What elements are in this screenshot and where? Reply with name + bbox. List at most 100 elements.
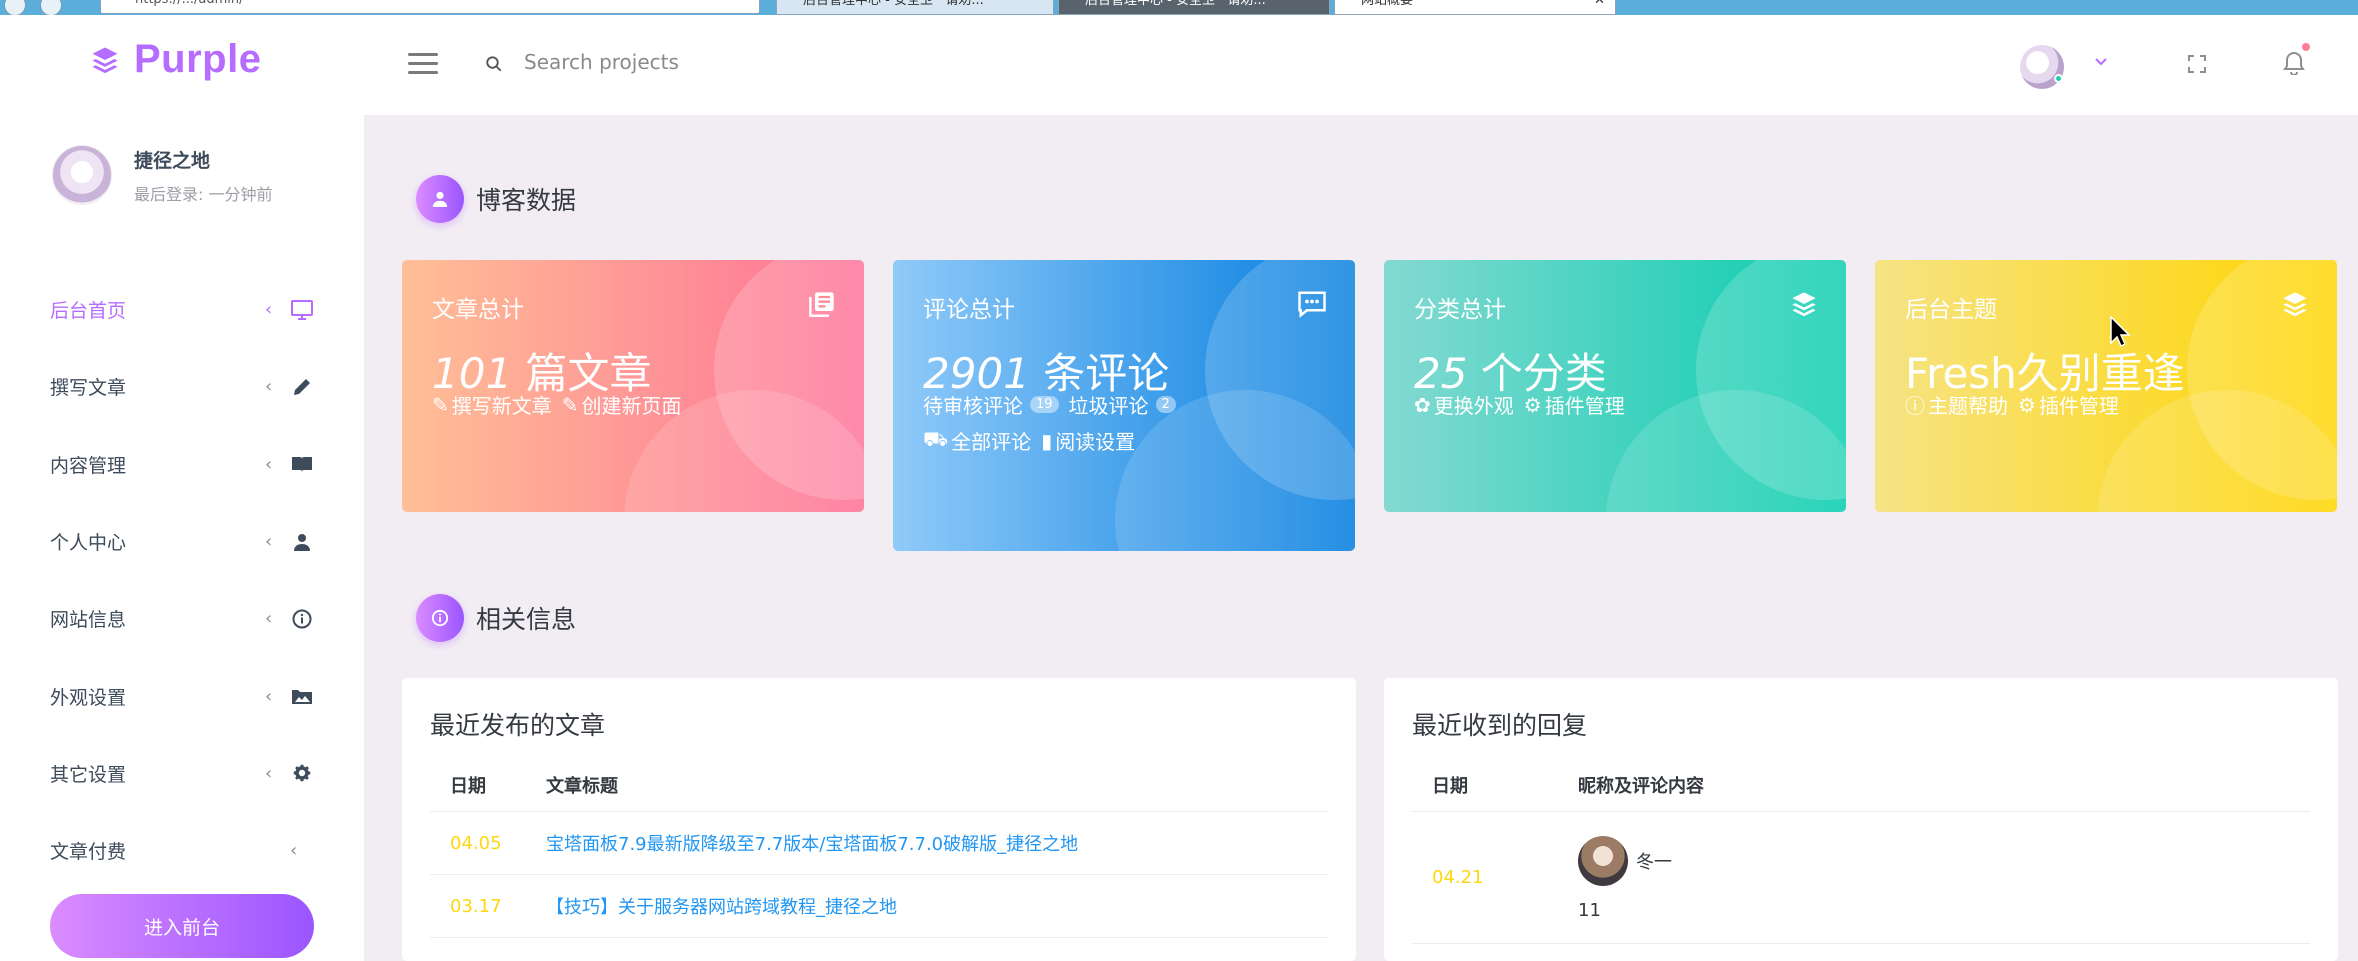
sidebar-item-label: 内容管理 — [50, 454, 127, 477]
reply-date: 04.21 — [1432, 867, 1484, 888]
chevron-left-icon: ‹ — [265, 531, 273, 553]
sidebar-item-profile[interactable]: 个人中心 ‹ — [0, 503, 364, 580]
recent-posts-panel: 最近发布的文章 日期 文章标题 04.05 宝塔面板7.9最新版降级至7.7版本… — [402, 678, 1356, 961]
browser-tab[interactable]: 后台管理中心 - 安全卫 · 请劝... — [1058, 0, 1330, 15]
sidebar-item-other-settings[interactable]: 其它设置 ‹ — [0, 735, 364, 812]
mouse-cursor-icon — [2110, 316, 2131, 348]
pencil-icon — [290, 375, 314, 399]
sidebar-item-label: 文章付费 — [50, 841, 127, 864]
chevron-left-icon: ‹ — [265, 299, 273, 321]
panel-title: 最近收到的回复 — [1412, 711, 1588, 740]
browser-tab[interactable]: 后台管理中心 - 安全卫 · 请劝... — [776, 0, 1054, 15]
create-page-link[interactable]: ✎ 创建新页面 — [562, 390, 682, 419]
chevron-left-icon: ‹ — [265, 376, 273, 398]
post-date: 03.17 — [450, 895, 502, 917]
profile-avatar — [52, 145, 112, 205]
plugin-management-link[interactable]: ⚙ 插件管理 — [2018, 390, 2119, 419]
back-icon[interactable] — [4, 0, 26, 15]
sidebar-item-appearance[interactable]: 外观设置 ‹ — [0, 657, 364, 734]
pending-count-badge: 19 — [1030, 396, 1059, 413]
recent-posts-table: 日期 文章标题 04.05 宝塔面板7.9最新版降级至7.7版本/宝塔面板7.7… — [430, 758, 1328, 938]
user-icon — [290, 530, 314, 554]
change-appearance-link[interactable]: ✿ 更换外观 — [1414, 390, 1514, 419]
bell-icon[interactable] — [2283, 51, 2305, 75]
chevron-left-icon: ‹ — [265, 685, 273, 707]
book-icon — [290, 452, 314, 476]
sidebar-item-content[interactable]: 内容管理 ‹ — [0, 426, 364, 503]
enter-frontend-button[interactable]: 进入前台 — [50, 894, 314, 958]
user-icon — [416, 175, 464, 223]
theme-help-link[interactable]: ⓘ 主题帮助 — [1905, 390, 2008, 419]
online-status-dot — [2054, 74, 2063, 83]
column-header-date: 日期 — [1432, 775, 1468, 797]
sidebar-profile[interactable]: 捷径之地 最后登录: 一分钟前 — [52, 145, 272, 205]
column-header-date: 日期 — [450, 775, 486, 797]
card-label: 后台主题 — [1905, 297, 1997, 323]
chevron-left-icon: ‹ — [290, 840, 298, 862]
close-icon[interactable]: ✕ — [1594, 0, 1605, 7]
info-icon — [290, 607, 314, 631]
layers-icon — [92, 47, 118, 73]
sidebar-item-label: 后台首页 — [50, 300, 127, 323]
chevron-left-icon: ‹ — [265, 453, 273, 475]
table-row: 03.17 【技巧】关于服务器网站跨域教程_捷径之地 — [430, 875, 1328, 938]
section-title: 博客数据 — [476, 186, 577, 215]
theme-stat-card: 后台主题 Fresh久别重逢 ⓘ 主题帮助 ⚙ 插件管理 — [1875, 260, 2337, 512]
section-related-info: 相关信息 — [416, 594, 576, 642]
sidebar-item-write-post[interactable]: 撰写文章 ‹ — [0, 348, 364, 425]
article-icon — [809, 292, 834, 317]
sidebar-item-dashboard[interactable]: 后台首页 ‹ — [0, 271, 364, 348]
chevron-left-icon: ‹ — [265, 608, 273, 630]
spam-comments-link[interactable]: 垃圾评论 2 — [1069, 390, 1176, 419]
browser-tab-label: 网站概要 — [1361, 0, 1414, 8]
brand-logo[interactable]: Purple — [90, 37, 261, 82]
image-icon — [290, 684, 314, 708]
all-comments-link[interactable]: ⛟ 全部评论 — [923, 426, 1031, 455]
user-avatar[interactable] — [2020, 45, 2064, 89]
card-label: 文章总计 — [432, 297, 524, 323]
search-icon — [486, 56, 502, 72]
sidebar: 捷径之地 最后登录: 一分钟前 后台首页 ‹ 撰写文章 ‹ 内容管理 ‹ 个人中… — [0, 115, 364, 961]
panel-title: 最近发布的文章 — [430, 711, 606, 740]
browser-tab-active[interactable]: 网站概要 ✕ — [1334, 0, 1616, 15]
sidebar-item-site-info[interactable]: 网站信息 ‹ — [0, 580, 364, 657]
sidebar-item-label: 撰写文章 — [50, 377, 127, 400]
chevron-left-icon: ‹ — [265, 762, 273, 784]
info-icon — [416, 594, 464, 642]
commenter-avatar — [1578, 836, 1628, 886]
sidebar-item-label: 其它设置 — [50, 763, 127, 786]
sidebar-item-paid-articles[interactable]: 文章付费 ‹ — [0, 812, 364, 889]
search-input[interactable] — [524, 45, 824, 79]
chevron-down-icon[interactable] — [2094, 57, 2108, 67]
sidebar-item-label: 个人中心 — [50, 532, 127, 555]
column-header-title: 文章标题 — [546, 775, 618, 797]
sidebar-menu: 后台首页 ‹ 撰写文章 ‹ 内容管理 ‹ 个人中心 ‹ 网站信息 ‹ 外观设置 … — [0, 271, 364, 889]
sidebar-item-label: 外观设置 — [50, 686, 127, 709]
recent-replies-table: 日期 昵称及评论内容 04.21 冬一 11 — [1412, 758, 2310, 944]
section-blog-data: 博客数据 — [416, 175, 576, 223]
fullscreen-icon[interactable] — [2188, 55, 2206, 73]
column-header-content: 昵称及评论内容 — [1578, 775, 1704, 797]
table-header: 日期 文章标题 — [430, 758, 1328, 812]
card-label: 分类总计 — [1414, 297, 1506, 323]
pending-comments-link[interactable]: 待审核评论 19 — [923, 390, 1059, 419]
forward-icon[interactable] — [40, 0, 62, 15]
write-post-link[interactable]: ✎ 撰写新文章 — [432, 390, 552, 419]
section-title: 相关信息 — [476, 605, 577, 634]
comment-icon — [1298, 291, 1326, 318]
post-title-link[interactable]: 宝塔面板7.9最新版降级至7.7版本/宝塔面板7.7.0破解版_捷径之地 — [546, 830, 1078, 856]
commenter-name[interactable]: 冬一 — [1636, 848, 1672, 874]
profile-name: 捷径之地 — [134, 149, 211, 172]
menu-toggle-icon[interactable] — [408, 53, 438, 80]
posts-stat-card: 文章总计 101 篇文章 ✎ 撰写新文章 ✎ 创建新页面 — [402, 260, 864, 512]
gear-icon — [290, 761, 314, 785]
table-header: 日期 昵称及评论内容 — [1412, 758, 2310, 812]
last-login-text: 最后登录: 一分钟前 — [134, 184, 273, 204]
card-label: 评论总计 — [923, 297, 1015, 323]
plugin-management-link[interactable]: ⚙ 插件管理 — [1524, 390, 1625, 419]
reading-settings-link[interactable]: ▮ 阅读设置 — [1041, 426, 1135, 455]
address-bar[interactable]: https://.../admin/ — [100, 0, 760, 14]
layers-icon — [2283, 292, 2307, 317]
monitor-icon — [290, 298, 314, 322]
post-title-link[interactable]: 【技巧】关于服务器网站跨域教程_捷径之地 — [546, 893, 897, 919]
